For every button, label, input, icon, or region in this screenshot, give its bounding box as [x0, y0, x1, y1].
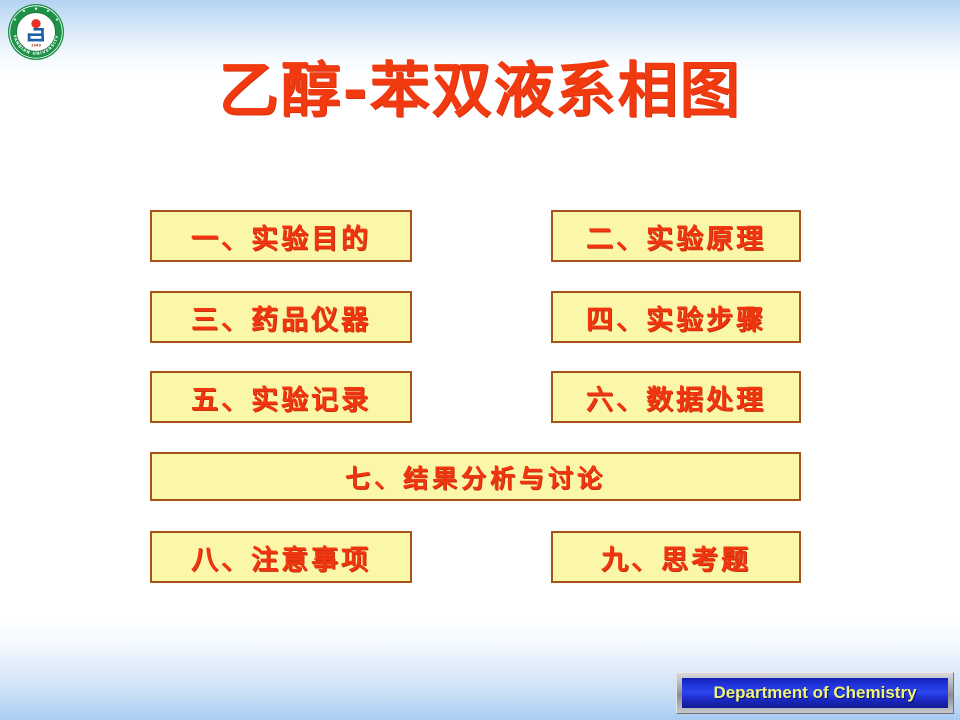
- page-title: 乙醇-苯双液系相图: [218, 56, 742, 126]
- menu-item-label: 三、药品仪器: [191, 304, 371, 336]
- menu-item-label: 七、结果分析与讨论: [344, 463, 606, 493]
- seal-icon: 1949 YANBIAN UNIVERSITY: [8, 4, 64, 60]
- menu-item-label: 八、注意事项: [191, 544, 371, 576]
- slide-canvas: 1949 YANBIAN UNIVERSITY 乙醇-苯双液系相图 一、实验目的…: [0, 0, 960, 720]
- menu-item-apparatus[interactable]: 三、药品仪器: [150, 291, 412, 343]
- menu-item-objective[interactable]: 一、实验目的: [150, 210, 412, 262]
- department-footer-label: Department of Chemistry: [713, 683, 917, 702]
- menu-item-precautions[interactable]: 八、注意事项: [150, 531, 412, 583]
- menu-item-data-processing[interactable]: 六、数据处理: [551, 371, 801, 423]
- department-footer-plate: Department of Chemistry: [676, 672, 954, 714]
- menu-item-questions[interactable]: 九、思考题: [551, 531, 801, 583]
- menu-item-label: 五、实验记录: [191, 384, 371, 416]
- menu-item-label: 九、思考题: [601, 544, 751, 576]
- menu-item-label: 四、实验步骤: [586, 304, 766, 336]
- menu-item-label: 一、实验目的: [191, 223, 371, 255]
- menu-item-label: 二、实验原理: [586, 223, 766, 255]
- department-footer-inner: Department of Chemistry: [682, 678, 948, 708]
- menu-item-records[interactable]: 五、实验记录: [150, 371, 412, 423]
- menu-item-principle[interactable]: 二、实验原理: [551, 210, 801, 262]
- menu-item-label: 六、数据处理: [586, 384, 766, 416]
- yanbian-university-seal-logo: 1949 YANBIAN UNIVERSITY: [6, 3, 66, 61]
- seal-year: 1949: [31, 44, 42, 48]
- menu-item-procedure[interactable]: 四、实验步骤: [551, 291, 801, 343]
- menu-item-results-analysis[interactable]: 七、结果分析与讨论: [150, 452, 801, 501]
